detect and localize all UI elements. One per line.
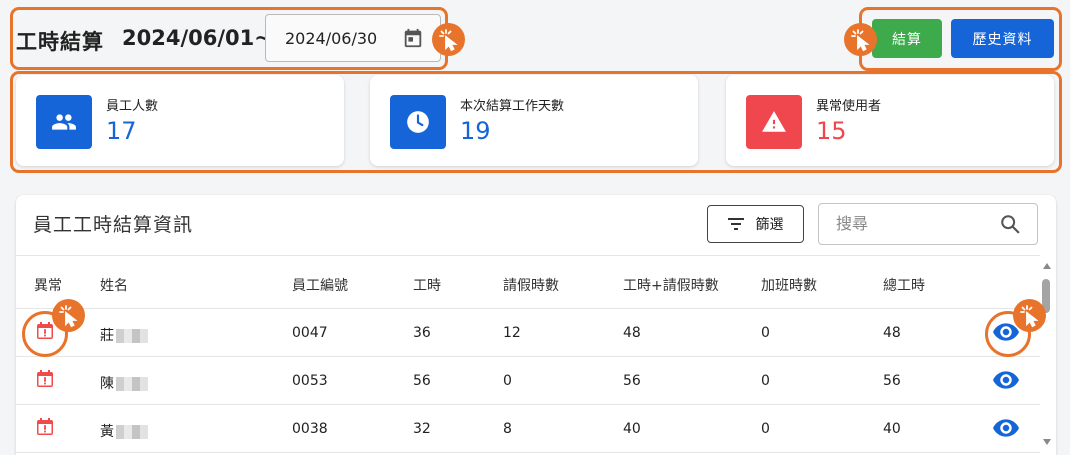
employee-name: 黃 bbox=[100, 421, 148, 441]
eye-icon[interactable] bbox=[993, 418, 1019, 438]
total-hours: 48 bbox=[883, 325, 901, 341]
employee-id: 0038 bbox=[292, 421, 328, 437]
leave-hours: 8 bbox=[503, 421, 512, 437]
col-overtime[interactable]: 加班時數 bbox=[761, 275, 817, 295]
click-indicator-icon bbox=[432, 23, 465, 56]
employee-id: 0047 bbox=[292, 325, 328, 341]
col-name[interactable]: 姓名 bbox=[100, 275, 128, 295]
employee-hours-panel: 員工工時結算資訊 篩選 異常 姓名 員工編號 工時 請假時數 工時+請假時數 加… bbox=[16, 195, 1056, 455]
col-total-hours[interactable]: 總工時 bbox=[883, 275, 925, 295]
leave-hours: 12 bbox=[503, 325, 521, 341]
search-icon[interactable] bbox=[999, 213, 1021, 235]
redacted-name bbox=[116, 377, 148, 391]
employee-name-text: 黃 bbox=[100, 424, 114, 440]
hours-plus-leave: 40 bbox=[623, 421, 641, 437]
overtime-hours: 0 bbox=[761, 373, 770, 389]
hours: 32 bbox=[413, 421, 431, 437]
col-leave-hours[interactable]: 請假時數 bbox=[503, 275, 559, 295]
filter-label: 篩選 bbox=[755, 217, 784, 233]
col-hours[interactable]: 工時 bbox=[413, 275, 441, 295]
hours: 56 bbox=[413, 373, 431, 389]
employee-name-text: 莊 bbox=[100, 328, 114, 344]
table-row: 陳 0053 56 0 56 0 56 bbox=[16, 357, 1040, 405]
scroll-up-arrow[interactable] bbox=[1043, 263, 1051, 269]
panel-title: 員工工時結算資訊 bbox=[33, 214, 194, 236]
total-hours: 56 bbox=[883, 373, 901, 389]
click-indicator-icon bbox=[52, 299, 85, 332]
leave-hours: 0 bbox=[503, 373, 512, 389]
search-field[interactable] bbox=[818, 203, 1038, 245]
overtime-hours: 0 bbox=[761, 421, 770, 437]
total-hours: 40 bbox=[883, 421, 901, 437]
table-header: 異常 姓名 員工編號 工時 請假時數 工時+請假時數 加班時數 總工時 bbox=[16, 255, 1040, 309]
redacted-name bbox=[116, 425, 148, 439]
hours-plus-leave: 56 bbox=[623, 373, 641, 389]
calendar-alert-icon[interactable] bbox=[35, 369, 55, 389]
table-row: 莊 0047 36 12 48 0 48 bbox=[16, 309, 1040, 357]
col-hours-plus-leave[interactable]: 工時+請假時數 bbox=[623, 275, 719, 295]
highlight-stat-cards bbox=[10, 71, 1062, 173]
col-abnormal[interactable]: 異常 bbox=[34, 275, 62, 295]
click-indicator-icon bbox=[844, 23, 877, 56]
filter-icon bbox=[727, 218, 744, 230]
redacted-name bbox=[116, 329, 148, 343]
overtime-hours: 0 bbox=[761, 325, 770, 341]
employee-name: 莊 bbox=[100, 325, 148, 345]
hours-plus-leave: 48 bbox=[623, 325, 641, 341]
employee-name-text: 陳 bbox=[100, 376, 114, 392]
hours: 36 bbox=[413, 325, 431, 341]
employee-name: 陳 bbox=[100, 373, 148, 393]
table-scrollbar[interactable] bbox=[1040, 263, 1054, 455]
click-indicator-icon bbox=[1013, 299, 1046, 332]
employee-id: 0053 bbox=[292, 373, 328, 389]
filter-button[interactable]: 篩選 bbox=[707, 205, 804, 243]
calendar-alert-icon[interactable] bbox=[35, 417, 55, 437]
col-employee-id[interactable]: 員工編號 bbox=[292, 275, 348, 295]
scroll-down-arrow[interactable] bbox=[1043, 439, 1051, 445]
search-input[interactable] bbox=[836, 214, 986, 233]
table-row: 黃 0038 32 8 40 0 40 bbox=[16, 405, 1040, 453]
eye-icon[interactable] bbox=[993, 370, 1019, 390]
highlight-action-buttons bbox=[859, 7, 1062, 71]
highlight-date-range bbox=[10, 7, 448, 70]
